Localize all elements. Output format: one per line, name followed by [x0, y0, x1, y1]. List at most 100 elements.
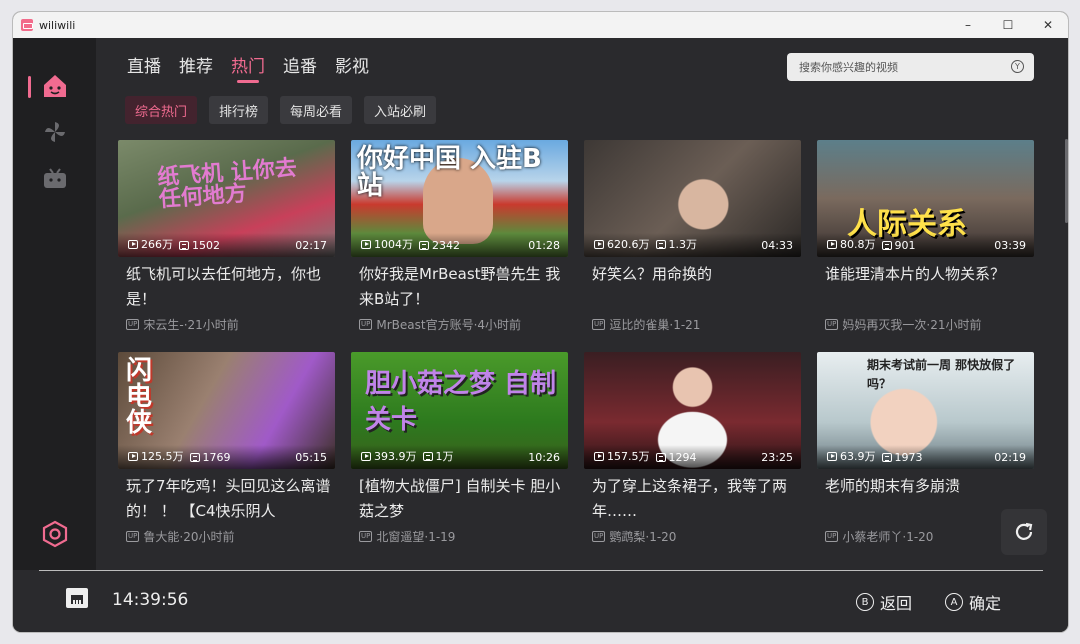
- subtab-ranking[interactable]: 排行榜: [209, 96, 269, 124]
- up-icon: UP: [592, 531, 606, 542]
- view-count: 266万: [141, 238, 173, 251]
- clock: 14:39:56: [112, 590, 189, 610]
- danmaku-icon: [655, 453, 666, 462]
- publish-time: 21小时前: [930, 318, 982, 332]
- video-author: UP 小蔡老师丫 · 1-20: [825, 529, 934, 544]
- video-title: 为了穿上这条裙子，我等了两年……: [592, 477, 788, 520]
- duration: 10:26: [528, 451, 560, 464]
- search-input[interactable]: 搜索你感兴趣的视频 Y: [787, 53, 1034, 81]
- bilibili-tv-icon: [43, 168, 66, 188]
- danmaku-icon: [881, 453, 892, 462]
- view-count: 157.5万: [607, 450, 650, 463]
- video-meta: 266万 1502 02:17: [118, 233, 335, 257]
- duration: 04:33: [761, 239, 793, 252]
- video-thumbnail: 纸飞机 让你去任何地方 266万 1502 02:17: [118, 140, 335, 257]
- view-count: 1004万: [374, 238, 413, 251]
- video-title: [植物大战僵尸] 自制关卡 胆小菇之梦: [359, 477, 561, 520]
- scrollbar[interactable]: [1065, 139, 1068, 223]
- sidebar-item-settings[interactable]: [13, 514, 96, 554]
- publish-time: 1-19: [428, 529, 456, 544]
- sidebar-item-tv[interactable]: [13, 158, 96, 198]
- video-card[interactable]: 闪电侠 125.5万 1769 05:15 玩了7年吃鸡！头回见这么离谱的！ ！…: [118, 352, 335, 552]
- maximize-button[interactable]: ☐: [988, 12, 1028, 38]
- tab-hot[interactable]: 热门: [231, 52, 265, 83]
- video-thumbnail: 你好中国 入驻B站 1004万 2342 01:28: [351, 140, 568, 257]
- subtab-must-watch[interactable]: 入站必刷: [364, 96, 437, 124]
- app-logo-icon: [21, 19, 33, 31]
- up-icon: UP: [359, 531, 373, 542]
- danmaku-icon: [422, 451, 433, 461]
- video-card[interactable]: 你好中国 入驻B站 1004万 2342 01:28 你好我是MrBeast野兽…: [351, 140, 568, 340]
- tab-cinema[interactable]: 影视: [335, 52, 369, 83]
- active-indicator: [28, 76, 31, 98]
- sidebar-item-pinwheel[interactable]: [13, 112, 96, 152]
- video-thumbnail: 人际关系 80.8万 901 03:39: [817, 140, 1034, 257]
- play-count-icon: [128, 451, 138, 461]
- view-count: 63.9万: [840, 450, 876, 463]
- danmaku-count: 1769: [202, 451, 231, 464]
- play-count-icon: [827, 239, 837, 249]
- thumbnail-caption: 期末考试前一周 那快放假了吗？: [867, 358, 1016, 392]
- video-author: UP 鹦鹉梨 · 1-20: [592, 529, 677, 544]
- duration: 23:25: [761, 451, 793, 464]
- up-icon: UP: [592, 319, 606, 330]
- danmaku-count: 1.3万: [668, 238, 698, 251]
- app-window: wiliwili – ☐ ✕ 直播 推荐 热门 追番 影视 搜索你感兴趣的视频 …: [13, 12, 1068, 632]
- back-label: 返回: [880, 594, 913, 613]
- close-button[interactable]: ✕: [1028, 12, 1068, 38]
- video-card[interactable]: 157.5万 1294 23:25 为了穿上这条裙子，我等了两年…… UP 鹦鹉梨…: [584, 352, 801, 552]
- publish-time: 1-21: [673, 317, 701, 332]
- video-thumbnail: 620.6万 1.3万 04:33: [584, 140, 801, 257]
- subtab-weekly[interactable]: 每周必看: [280, 96, 353, 124]
- thumbnail-caption: 闪电侠: [126, 356, 153, 438]
- author-name: 鹦鹉梨: [609, 530, 646, 544]
- video-meta: 125.5万 1769 05:15: [118, 445, 335, 469]
- home-icon: [43, 75, 66, 97]
- danmaku-icon: [179, 241, 189, 250]
- danmaku-count: 901: [894, 239, 916, 252]
- video-title: 谁能理清本片的人物关系？: [825, 265, 1006, 283]
- duration: 05:15: [295, 451, 327, 464]
- refresh-button[interactable]: [1001, 509, 1047, 555]
- video-thumbnail: 闪电侠 125.5万 1769 05:15: [118, 352, 335, 469]
- video-author: UP 妈妈再灭我一次 · 21小时前: [825, 317, 982, 332]
- thumbnail-caption: 纸飞机 让你去任何地方: [156, 155, 298, 213]
- settings-hexagon-icon: [42, 520, 67, 548]
- video-meta: 80.8万 901 03:39: [817, 233, 1034, 257]
- thumbnail-caption: 胆小菇之梦 自制关卡: [365, 369, 557, 436]
- minimize-button[interactable]: –: [948, 12, 988, 38]
- video-title: 你好我是MrBeast野兽先生 我来B站了！: [359, 265, 561, 308]
- tab-live[interactable]: 直播: [127, 52, 161, 83]
- tab-recommend[interactable]: 推荐: [179, 52, 213, 83]
- subtab-overall-hot[interactable]: 综合热门: [125, 96, 198, 124]
- danmaku-count: 2342: [432, 239, 460, 252]
- up-icon: UP: [359, 319, 373, 330]
- video-card[interactable]: 胆小菇之梦 自制关卡 393.9万 1万 10:26 [植物大战僵尸] 自制关卡…: [351, 352, 568, 552]
- video-author: UP 宋云生- · 21小时前: [126, 317, 239, 332]
- video-card[interactable]: 人际关系 80.8万 901 03:39 谁能理清本片的人物关系？ UP 妈妈再灭…: [817, 140, 1034, 340]
- sidebar-item-home[interactable]: [13, 66, 96, 106]
- danmaku-count: 1万: [435, 450, 454, 463]
- author-name: 妈妈再灭我一次: [842, 318, 927, 332]
- publish-time: 1-20: [906, 529, 934, 544]
- video-card[interactable]: 纸飞机 让你去任何地方 266万 1502 02:17 纸飞机可以去任何地方，你…: [118, 140, 335, 340]
- video-author: UP 鲁大能 · 20小时前: [126, 529, 235, 544]
- title-bar: wiliwili – ☐ ✕: [13, 12, 1068, 38]
- tab-bangumi[interactable]: 追番: [283, 52, 317, 83]
- sidebar: [13, 38, 96, 570]
- danmaku-icon: [655, 239, 666, 249]
- pinwheel-icon: [44, 122, 65, 142]
- play-count-icon: [361, 239, 371, 249]
- confirm-hint[interactable]: A 确定: [945, 590, 1001, 614]
- duration: 02:17: [295, 239, 327, 252]
- video-thumbnail: 期末考试前一周 那快放假了吗？ 63.9万 1973 02:19: [817, 352, 1034, 469]
- window-title: wiliwili: [39, 18, 76, 32]
- play-count-icon: [361, 451, 371, 461]
- subtabs: 综合热门 排行榜 每周必看 入站必刷: [125, 96, 437, 124]
- back-hint[interactable]: B 返回: [856, 590, 912, 614]
- video-card[interactable]: 620.6万 1.3万 04:33 好笑么？用命换的 UP 逗比的雀巢 · 1-21: [584, 140, 801, 340]
- publish-time: 4小时前: [477, 318, 522, 332]
- footer: 14:39:56 B 返回 A 确定: [13, 571, 1068, 632]
- a-button-icon: A: [945, 593, 963, 611]
- video-title: 好笑么？用命换的: [592, 265, 713, 283]
